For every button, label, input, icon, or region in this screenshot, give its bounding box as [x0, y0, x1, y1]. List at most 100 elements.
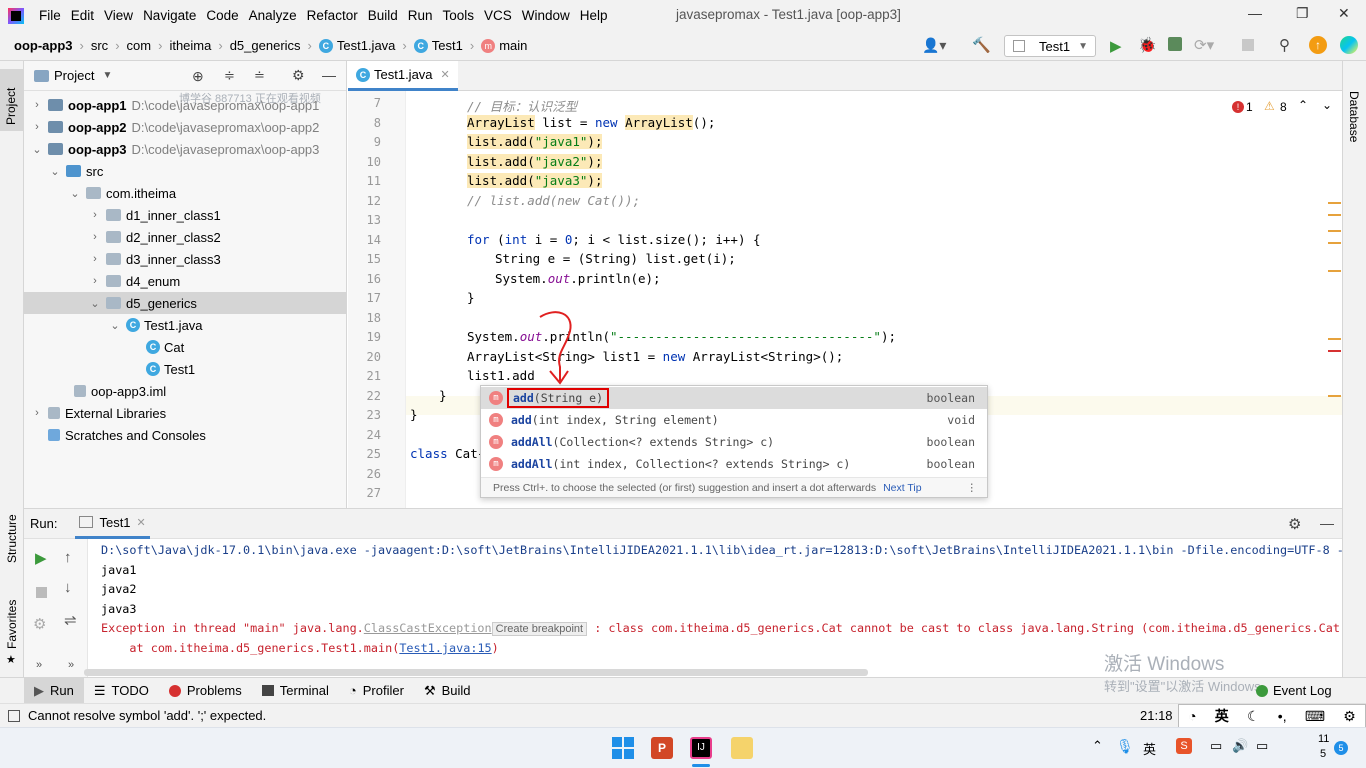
completion-item[interactable]: m add(String e) boolean: [481, 387, 987, 409]
hide-icon[interactable]: —: [322, 67, 336, 83]
breadcrumb-itheima[interactable]: itheima ›: [169, 38, 229, 53]
menu-file[interactable]: File: [34, 8, 66, 23]
rerun-icon[interactable]: ▶: [35, 549, 47, 567]
ime-toolbar[interactable]: ◔ 英 ☾ •, ⌨ ⚙: [1178, 704, 1366, 728]
code-line-14[interactable]: for (int i = 0; i < list.size(); i++) {: [467, 232, 761, 247]
tree-item-d3[interactable]: › d3_inner_class3: [24, 248, 346, 270]
date[interactable]: 5: [1320, 748, 1326, 760]
user-icon[interactable]: 👤▾: [922, 37, 946, 54]
sogou-icon[interactable]: S: [1176, 738, 1192, 754]
tool-todo[interactable]: ☰ TODO: [84, 678, 159, 704]
chevron-down-icon[interactable]: ▼: [102, 70, 112, 81]
tree-item-test1-java[interactable]: ⌄ C Test1.java: [24, 314, 346, 336]
network-icon[interactable]: ▭: [1210, 738, 1222, 754]
code-line-12[interactable]: // list.add(new Cat());: [467, 193, 640, 208]
code-line-19[interactable]: System.out.println("--------------------…: [467, 329, 896, 344]
error-marker[interactable]: [1328, 350, 1341, 352]
horizontal-scrollbar[interactable]: [84, 669, 868, 676]
locate-icon[interactable]: ⊕: [192, 68, 204, 85]
code-line-9[interactable]: list.add("java1");: [467, 134, 603, 149]
debug-icon[interactable]: ⚙: [33, 615, 46, 633]
warning-marker[interactable]: [1328, 338, 1341, 340]
warning-marker[interactable]: [1328, 230, 1341, 232]
warning-marker[interactable]: [1328, 395, 1341, 397]
run-config-selector[interactable]: Test1 ▼: [1004, 35, 1096, 57]
intellij-icon[interactable]: IJ: [690, 737, 712, 759]
more-icon[interactable]: ⋮: [967, 478, 978, 498]
toolbox-icon[interactable]: [1340, 36, 1358, 54]
completion-item[interactable]: m addAll (Collection<? extends String> c)…: [481, 431, 987, 453]
code-line-16[interactable]: System.out.println(e);: [495, 271, 661, 286]
menu-edit[interactable]: Edit: [66, 8, 99, 23]
gear-icon[interactable]: ⚙: [1288, 515, 1301, 533]
tree-item-scratches[interactable]: Scratches and Consoles: [24, 424, 346, 446]
close-tab-icon[interactable]: ✕: [137, 516, 146, 529]
stop-icon[interactable]: [1242, 39, 1254, 51]
warning-marker[interactable]: [1328, 242, 1341, 244]
menu-navigate[interactable]: Navigate: [138, 8, 201, 23]
code-line-10[interactable]: list.add("java2");: [467, 154, 603, 169]
notification-badge[interactable]: 5: [1334, 741, 1348, 755]
menu-tools[interactable]: Tools: [438, 8, 480, 23]
warning-marker[interactable]: [1328, 202, 1341, 204]
close-tab-icon[interactable]: ✕: [441, 68, 450, 81]
code-line-17[interactable]: }: [467, 290, 475, 305]
tree-item-oop-app2[interactable]: › oop-app2 D:\code\javasepromax\oop-app2: [24, 116, 346, 138]
toggle-tool-windows-icon[interactable]: [8, 709, 20, 722]
minimize-icon[interactable]: —: [1248, 5, 1262, 21]
breadcrumb-d5-generics[interactable]: d5_generics ›: [230, 38, 319, 53]
profile-icon[interactable]: ⟳▾: [1194, 36, 1214, 54]
tool-run[interactable]: ▶ Run: [24, 677, 84, 704]
expand-all-icon[interactable]: ≑: [224, 68, 235, 84]
clock[interactable]: 11: [1318, 733, 1329, 745]
code-line-8[interactable]: ArrayList list = new ArrayList();: [467, 115, 715, 130]
powerpoint-icon[interactable]: P: [651, 737, 673, 759]
menu-code[interactable]: Code: [201, 8, 243, 23]
project-view-selector[interactable]: Project: [54, 68, 94, 83]
build-hammer-icon[interactable]: 🔨: [972, 36, 991, 54]
next-tip-link[interactable]: Next Tip: [883, 482, 922, 494]
code-line-20[interactable]: ArrayList<String> list1 = new ArrayList<…: [467, 349, 843, 364]
menu-help[interactable]: Help: [575, 8, 613, 23]
structure-tool-button[interactable]: Structure: [5, 514, 19, 563]
battery-icon[interactable]: ▭: [1256, 738, 1268, 754]
volume-icon[interactable]: 🔊: [1232, 738, 1248, 754]
tree-item-test1[interactable]: C Test1: [24, 358, 346, 380]
collapse-all-icon[interactable]: ≐: [254, 68, 265, 84]
tool-terminal[interactable]: Terminal: [252, 678, 339, 704]
windows-start-icon[interactable]: [612, 737, 634, 759]
breadcrumb-project[interactable]: oop-app3 ›: [14, 38, 91, 53]
tab-test1-java[interactable]: C Test1.java ✕: [348, 61, 458, 91]
tree-item-d2[interactable]: › d2_inner_class2: [24, 226, 346, 248]
tree-item-iml[interactable]: oop-app3.iml: [24, 380, 346, 402]
update-icon[interactable]: ↑: [1309, 36, 1327, 54]
breadcrumb-com[interactable]: com ›: [127, 38, 170, 53]
favorites-tool-button[interactable]: Favorites: [5, 600, 19, 649]
tree-item-external-libraries[interactable]: › External Libraries: [24, 402, 346, 424]
language-indicator[interactable]: 英: [1143, 739, 1156, 758]
breadcrumb-main[interactable]: m main: [481, 38, 527, 53]
tree-item-oop-app3[interactable]: ⌄ oop-app3 D:\code\javasepromax\oop-app3: [24, 138, 346, 160]
microphone-icon[interactable]: 🎙: [1116, 738, 1134, 755]
more-icon[interactable]: »: [36, 659, 42, 671]
event-log-button[interactable]: Event Log: [1256, 683, 1332, 698]
code-line-11[interactable]: list.add("java3");: [467, 173, 603, 188]
run-icon[interactable]: ▶: [1110, 37, 1122, 55]
tool-build[interactable]: ⚒ Build: [414, 678, 481, 704]
warning-marker[interactable]: [1328, 270, 1341, 272]
menu-view[interactable]: View: [99, 8, 138, 23]
notes-icon[interactable]: [731, 737, 753, 759]
tree-item-com-itheima[interactable]: ⌄ com.itheima: [24, 182, 346, 204]
tree-item-d1[interactable]: › d1_inner_class1: [24, 204, 346, 226]
run-tab-test1[interactable]: Test1 ✕: [75, 509, 150, 539]
breadcrumb-src[interactable]: src ›: [91, 38, 127, 53]
tool-problems[interactable]: Problems: [159, 678, 252, 704]
gear-icon[interactable]: ⚙: [292, 67, 305, 84]
arrow-up-icon[interactable]: ↑: [64, 549, 72, 566]
stop-icon[interactable]: [36, 587, 47, 598]
completion-item[interactable]: m addAll (int index, Collection<? extends…: [481, 453, 987, 475]
project-tool-button[interactable]: Project: [0, 69, 23, 131]
tree-item-d5-generics[interactable]: ⌄ d5_generics: [24, 292, 346, 314]
menu-refactor[interactable]: Refactor: [302, 8, 363, 23]
code-line-25[interactable]: class Cat{: [410, 446, 485, 461]
